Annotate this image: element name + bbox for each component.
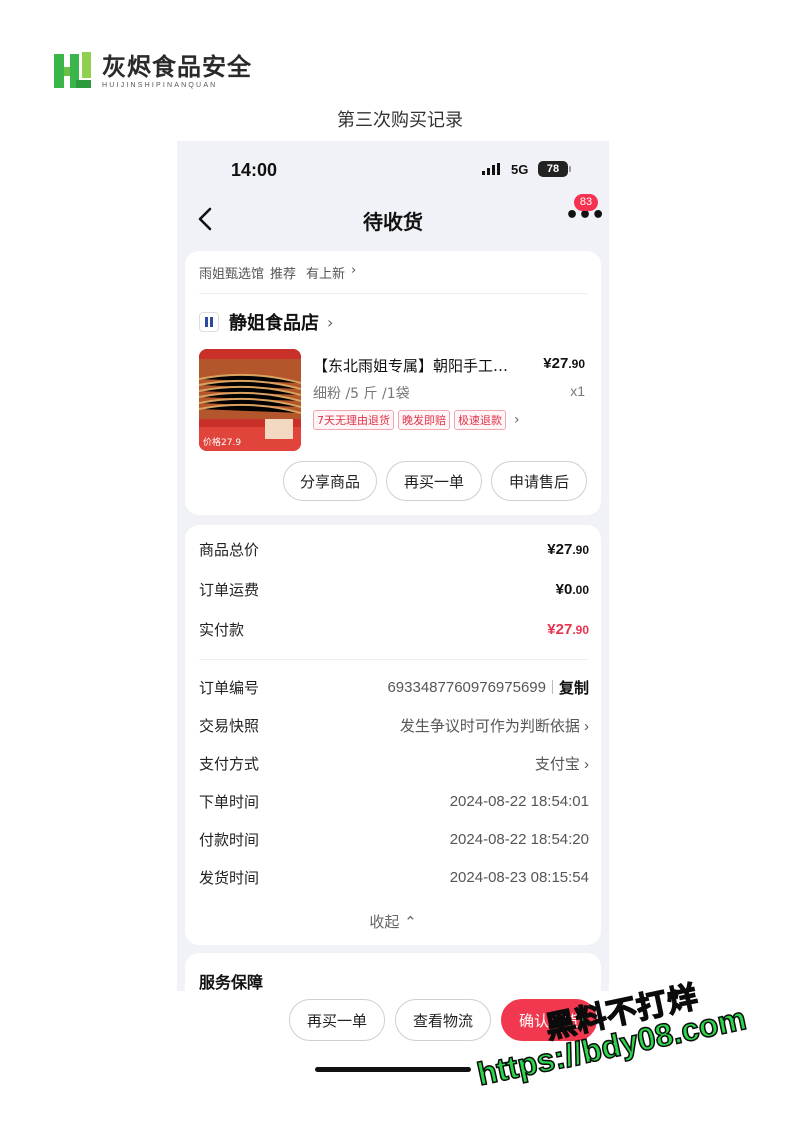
battery-icon: 78	[538, 161, 568, 177]
shipping-fee-value: ¥0.00	[555, 580, 589, 598]
order-number: 6933487760976975699	[387, 678, 546, 696]
paid-amount-row: 实付款 ¥27.90	[199, 620, 589, 639]
copy-button[interactable]: 复制	[559, 677, 589, 698]
logo-subtitle: HUIJINSHIPINANQUAN	[102, 81, 218, 89]
order-number-row: 订单编号 6933487760976975699 复制	[199, 677, 589, 698]
service-tags[interactable]: 7天无理由退货 晚发即赔 极速退款 ›	[313, 410, 520, 430]
page: 灰烬食品安全 HUIJINSHIPINANQUAN 第三次购买记录 14:00 …	[0, 0, 800, 1125]
shipping-fee-row: 订单运费 ¥0.00	[199, 580, 589, 599]
chevron-right-icon: ›	[584, 755, 589, 773]
tag-late-compensation: 晚发即赔	[398, 410, 450, 430]
chevron-right-icon: ›	[514, 412, 520, 428]
product-spec: 细粉 /5 斤 /1袋	[313, 386, 410, 402]
recommend-row[interactable]: 雨姐甄选馆 推荐 有上新 ›	[199, 263, 356, 282]
tag-return: 7天无理由退货	[313, 410, 394, 430]
phone-screen: 14:00 5G 78 待收货 ••• 83 雨姐甄选馆 推荐 有上新 › 静姐…	[177, 141, 609, 991]
tag-fast-refund: 极速退款	[454, 410, 506, 430]
rebuy-button[interactable]: 再买一单	[386, 461, 482, 501]
page-title: 待收货	[363, 210, 423, 234]
after-sale-button[interactable]: 申请售后	[491, 461, 587, 501]
service-title: 服务保障	[199, 973, 264, 991]
view-logistics-button[interactable]: 查看物流	[395, 999, 491, 1041]
pay-time-row: 付款时间 2024-08-22 18:54:20	[199, 830, 589, 849]
new-arrivals-link[interactable]: 有上新	[306, 263, 345, 282]
status-time: 14:00	[231, 160, 278, 180]
snapshot-row[interactable]: 交易快照 发生争议时可作为判断依据 ›	[199, 713, 589, 737]
logo-mark-icon	[52, 50, 94, 92]
order-detail-card: 商品总价 ¥27.90 订单运费 ¥0.00 实付款 ¥27.90 订单编号 6…	[185, 525, 601, 945]
home-indicator	[315, 1067, 471, 1072]
item-actions: 分享商品 再买一单 申请售后	[283, 461, 587, 501]
service-card: 服务保障	[185, 953, 601, 991]
logo-title: 灰烬食品安全	[102, 52, 252, 81]
paid-amount-value: ¥27.90	[547, 620, 589, 638]
collapse-toggle[interactable]: 收起 ⌃	[185, 911, 601, 932]
chevron-up-icon: ⌃	[404, 913, 417, 931]
chevron-right-icon: ›	[584, 717, 589, 735]
status-bar: 14:00 5G 78	[177, 141, 609, 197]
recommend-label: 推荐	[270, 267, 297, 282]
chevron-right-icon: ›	[351, 263, 357, 278]
shop-logo-icon	[199, 312, 219, 332]
product-price: ¥27.90	[543, 355, 585, 372]
order-item-card: 雨姐甄选馆 推荐 有上新 › 静姐食品店 › 价格27.9 【东北雨姐专属】朝阳…	[185, 251, 601, 515]
chevron-right-icon: ›	[327, 312, 334, 332]
nav-bar: 待收货 ••• 83	[177, 194, 609, 241]
brand-logo: 灰烬食品安全 HUIJINSHIPINANQUAN	[52, 50, 252, 92]
ship-time-row: 发货时间 2024-08-23 08:15:54	[199, 868, 589, 887]
thumbnail-price: 价格27.9	[203, 438, 242, 448]
recommend-source: 雨姐甄选馆	[199, 267, 265, 282]
goods-total-value: ¥27.90	[547, 540, 589, 558]
product-thumbnail[interactable]: 价格27.9	[199, 349, 301, 451]
share-button[interactable]: 分享商品	[283, 461, 377, 501]
more-dots-icon[interactable]: •••	[565, 205, 605, 227]
order-time-row: 下单时间 2024-08-22 18:54:01	[199, 792, 589, 811]
product-quantity: x1	[570, 383, 585, 399]
payment-method-row[interactable]: 支付方式 支付宝 ›	[199, 751, 589, 775]
product-title[interactable]: 【东北雨姐专属】朝阳手工地瓜粉条	[313, 355, 523, 376]
caption: 第三次购买记录	[337, 110, 463, 131]
goods-total-row: 商品总价 ¥27.90	[199, 540, 589, 559]
bottom-rebuy-button[interactable]: 再买一单	[289, 999, 385, 1041]
network-type: 5G	[511, 162, 529, 177]
shop-name: 静姐食品店	[229, 313, 319, 334]
notification-badge: 83	[574, 194, 598, 211]
shop-row[interactable]: 静姐食品店 ›	[199, 309, 333, 335]
signal-icon	[482, 163, 500, 175]
